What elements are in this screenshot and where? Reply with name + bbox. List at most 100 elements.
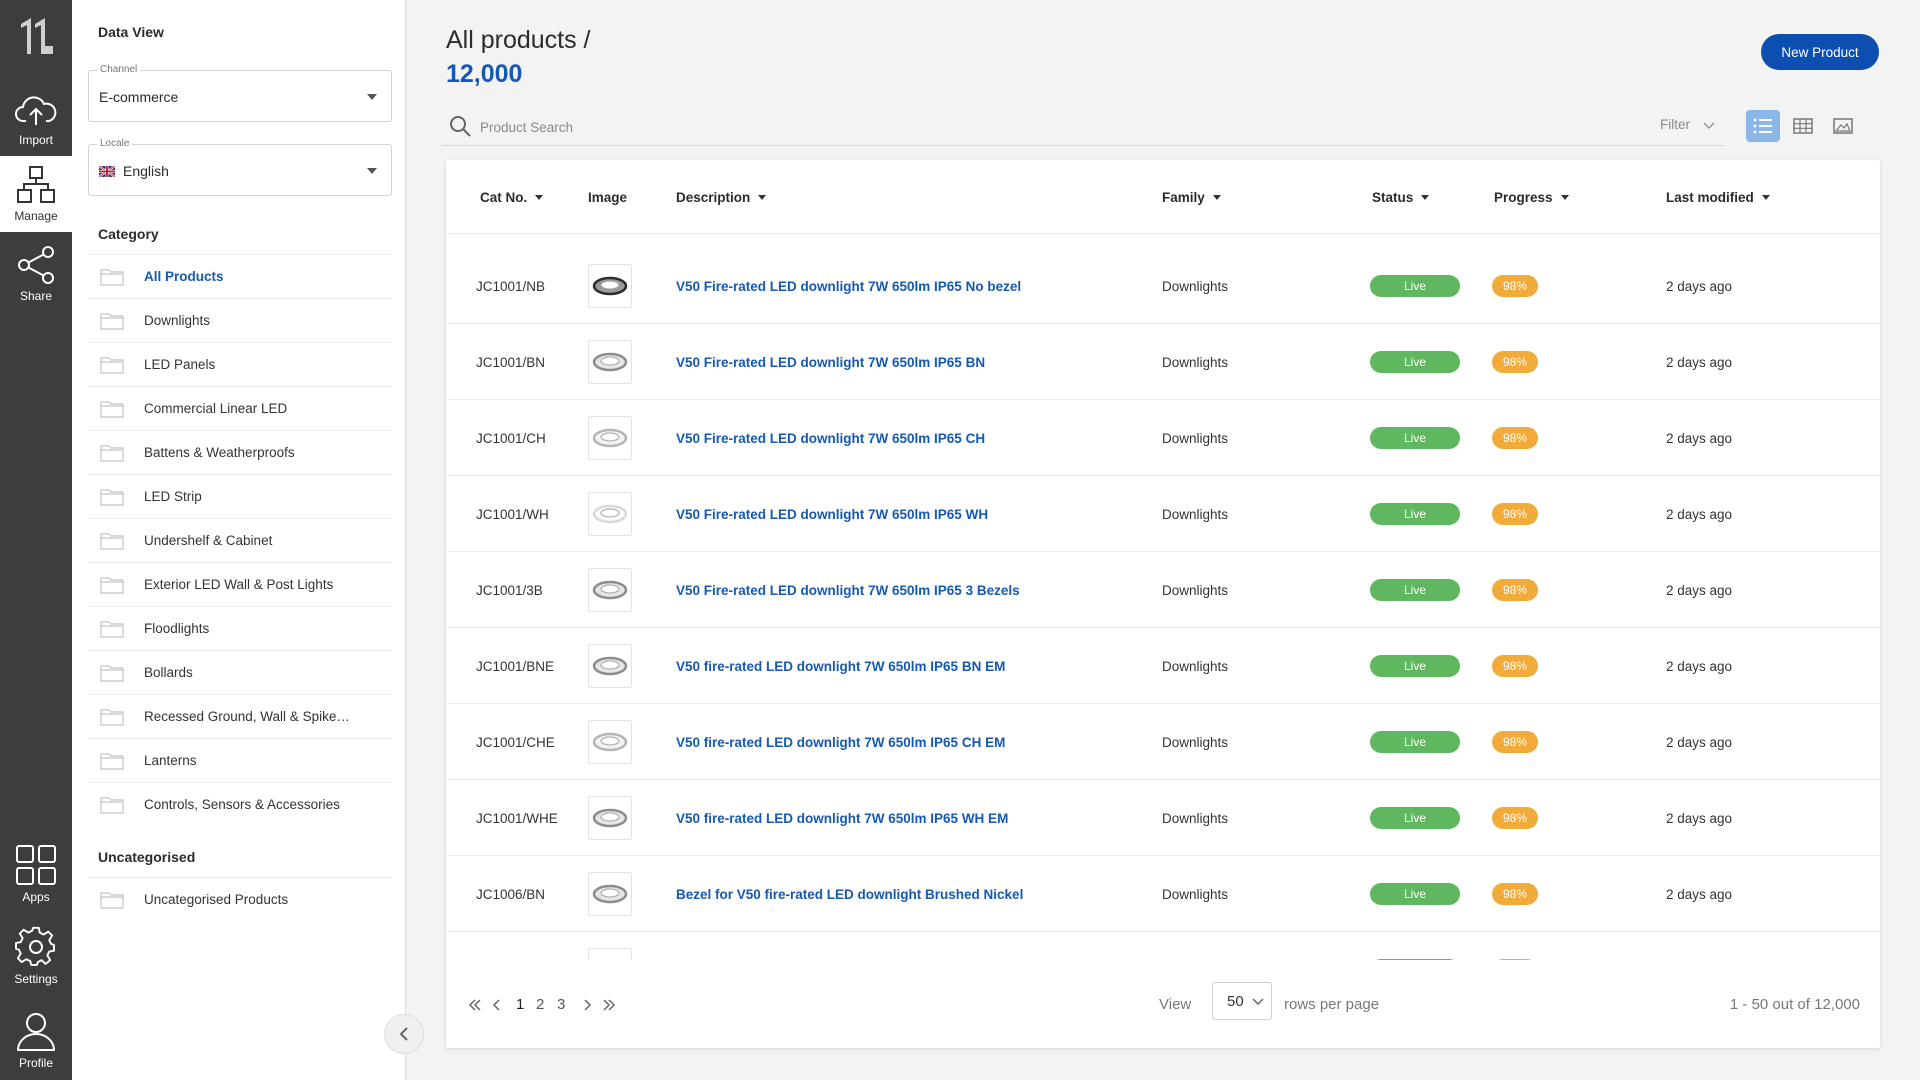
product-description-link[interactable]: V50 Fire-rated LED downlight 7W 650lm IP… <box>676 583 1020 598</box>
category-item[interactable]: Commercial Linear LED <box>88 386 392 430</box>
app-logo[interactable] <box>0 0 72 72</box>
category-item[interactable]: Lanterns <box>88 738 392 782</box>
locale-select[interactable]: Locale English <box>88 138 392 196</box>
product-description-link[interactable]: V50 fire-rated LED downlight 7W 650lm IP… <box>676 659 1005 674</box>
table-row[interactable]: JC1006/BN Bezel for V50 fire-rated LED do… <box>446 856 1880 932</box>
table-row[interactable]: JC1001/CHE V50 fire-rated LED downlight 7… <box>446 704 1880 780</box>
table-row[interactable]: JC1001/CH V50 Fire-rated LED downlight 7W… <box>446 400 1880 476</box>
product-search-input[interactable] <box>480 116 1080 138</box>
first-page-button[interactable] <box>468 998 482 1016</box>
product-thumbnail[interactable] <box>588 340 632 384</box>
product-thumbnail[interactable] <box>588 644 632 688</box>
cell-family: Downlights <box>1162 506 1229 522</box>
cell-image <box>588 780 632 856</box>
category-item[interactable]: LED Strip <box>88 474 392 518</box>
category-item[interactable]: Undershelf & Cabinet <box>88 518 392 562</box>
category-item[interactable]: Recessed Ground, Wall & Spike… <box>88 694 392 738</box>
table-row[interactable]: JC1001/BN V50 Fire-rated LED downlight 7W… <box>446 324 1880 400</box>
category-item[interactable]: Floodlights <box>88 606 392 650</box>
product-description-link[interactable]: V50 Fire-rated LED downlight 7W 650lm IP… <box>676 507 988 522</box>
product-description-link[interactable]: V50 Fire-rated LED downlight 7W 650lm IP… <box>676 431 985 446</box>
table-header: Cat No. Image Description Family Status … <box>446 160 1880 234</box>
column-header-family[interactable]: Family <box>1162 190 1221 205</box>
category-item[interactable]: Bollards <box>88 650 392 694</box>
rail-settings[interactable]: Settings <box>0 918 72 994</box>
product-description-link[interactable]: V50 Fire-rated LED downlight 7W 650lm IP… <box>676 279 1021 294</box>
category-item[interactable]: Controls, Sensors & Accessories <box>88 782 392 826</box>
rail-manage[interactable]: Manage <box>0 156 72 232</box>
cell-image <box>588 628 632 704</box>
category-item[interactable]: Battens & Weatherproofs <box>88 430 392 474</box>
folder-icon <box>100 312 124 330</box>
folder-icon <box>100 576 124 594</box>
rows-per-page-select[interactable]: 50 <box>1212 982 1272 1020</box>
product-description-link[interactable]: V50 fire-rated LED downlight 7W 650lm IP… <box>676 811 1008 826</box>
product-thumbnail[interactable] <box>588 948 632 960</box>
table-row[interactable]: JC1001/NB V50 Fire-rated LED downlight 7W… <box>446 248 1880 324</box>
table-row[interactable]: JC1001/WHE V50 fire-rated LED downlight 7… <box>446 780 1880 856</box>
sort-caret-icon <box>535 195 544 200</box>
list-view-button[interactable] <box>1746 110 1780 142</box>
product-thumbnail[interactable] <box>588 568 632 612</box>
product-thumbnail[interactable] <box>588 416 632 460</box>
cell-description: V50 Fire-rated LED downlight 7W 650lm IP… <box>676 552 1020 628</box>
cell-last-modified: 2 days ago <box>1666 506 1733 522</box>
product-thumbnail[interactable] <box>588 264 632 308</box>
rail-share[interactable]: Share <box>0 236 72 312</box>
chevron-down-icon <box>1252 998 1264 1005</box>
downlight-product-icon <box>592 580 628 600</box>
rail-apps[interactable]: Apps <box>0 836 72 912</box>
status-badge: Live <box>1370 655 1460 677</box>
product-thumbnail[interactable] <box>588 796 632 840</box>
page-1-button[interactable]: 1 <box>516 996 524 1013</box>
column-header-cat-no[interactable]: Cat No. <box>480 190 544 205</box>
rail-profile[interactable]: Profile <box>0 1002 72 1078</box>
cell-cat-no: JC1001/WH <box>476 506 549 522</box>
category-item[interactable]: All Products <box>88 254 392 298</box>
table-row[interactable]: JC1001/3B V50 Fire-rated LED downlight 7W… <box>446 552 1880 628</box>
image-view-button[interactable] <box>1826 110 1860 142</box>
category-item[interactable]: Uncategorised Products <box>88 877 392 921</box>
page-3-button[interactable]: 3 <box>557 996 565 1013</box>
filter-dropdown[interactable]: Filter <box>1660 117 1716 132</box>
product-thumbnail[interactable] <box>588 492 632 536</box>
table-row[interactable]: JC1006/CH Bezel for V50 fire-rated LED do… <box>446 932 1880 960</box>
folder-icon <box>100 268 124 286</box>
column-header-description[interactable]: Description <box>676 190 767 205</box>
category-item[interactable]: LED Panels <box>88 342 392 386</box>
last-page-button[interactable] <box>602 998 616 1016</box>
category-item[interactable]: Exterior LED Wall & Post Lights <box>88 562 392 606</box>
column-header-status[interactable]: Status <box>1372 190 1430 205</box>
next-page-button[interactable] <box>582 998 592 1016</box>
category-item-label: All Products <box>144 269 224 284</box>
new-product-button[interactable]: New Product <box>1761 34 1879 70</box>
cell-family: Downlights <box>1162 932 1228 960</box>
page-2-button[interactable]: 2 <box>536 996 544 1013</box>
cell-status: Live <box>1370 628 1460 704</box>
product-description-link[interactable]: V50 Fire-rated LED downlight 7W 650lm IP… <box>676 355 985 370</box>
product-thumbnail[interactable] <box>588 720 632 764</box>
table-row[interactable]: JC1001/WH V50 Fire-rated LED downlight 7W… <box>446 476 1880 552</box>
product-description-link[interactable]: V50 fire-rated LED downlight 7W 650lm IP… <box>676 735 1005 750</box>
rail-share-label: Share <box>19 289 53 303</box>
column-header-last-modified[interactable]: Last modified <box>1666 190 1770 205</box>
product-description-link[interactable]: Bezel for V50 fire-rated LED downlight B… <box>676 887 1023 902</box>
progress-badge: 98% <box>1492 731 1538 753</box>
category-item[interactable]: Downlights <box>88 298 392 342</box>
folder-icon <box>100 796 124 814</box>
status-badge: Live <box>1370 275 1460 297</box>
column-header-progress[interactable]: Progress <box>1494 190 1569 205</box>
cell-progress: 98% <box>1492 324 1538 400</box>
sort-caret-icon <box>1212 195 1221 200</box>
cell-description: V50 Fire-rated LED downlight 7W 650lm IP… <box>676 400 985 476</box>
grid-view-button[interactable] <box>1786 110 1820 142</box>
downlight-product-icon <box>592 656 628 676</box>
channel-label: Channel <box>97 64 141 75</box>
prev-page-button[interactable] <box>492 998 502 1016</box>
channel-select[interactable]: Channel E-commerce <box>88 64 392 122</box>
table-row[interactable]: JC1001/BNE V50 fire-rated LED downlight 7… <box>446 628 1880 704</box>
cell-progress: 98% <box>1492 248 1538 324</box>
product-thumbnail[interactable] <box>588 872 632 916</box>
progress-badge: 98% <box>1492 351 1538 373</box>
rail-import[interactable]: Import <box>0 82 72 158</box>
